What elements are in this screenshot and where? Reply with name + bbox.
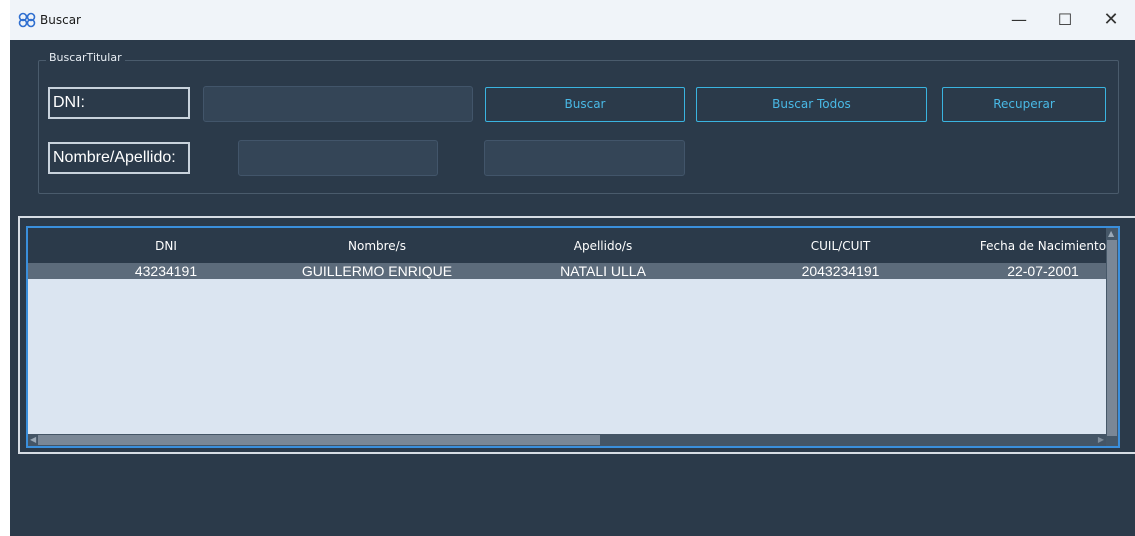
scroll-left-icon[interactable]: ◀ bbox=[30, 434, 36, 446]
grid-header: DNI Nombre/s Apellido/s CUIL/CUIT Fecha … bbox=[28, 228, 1118, 263]
cell-cuil-cuit: 2043234191 bbox=[801, 263, 880, 279]
cell-dni: 43234191 bbox=[134, 263, 198, 279]
column-header-dni[interactable]: DNI bbox=[66, 228, 266, 263]
horizontal-scrollbar[interactable]: ◀ ▶ bbox=[28, 434, 1118, 446]
column-header-nombres[interactable]: Nombre/s bbox=[266, 228, 488, 263]
cell-nombres: GUILLERMO ENRIQUE bbox=[301, 263, 453, 279]
horizontal-scroll-thumb[interactable] bbox=[38, 435, 600, 445]
column-header-fecha-nacimiento[interactable]: Fecha de Nacimiento bbox=[963, 228, 1118, 263]
buscar-todos-button[interactable]: Buscar Todos bbox=[696, 87, 927, 122]
groupbox-title: BuscarTitular bbox=[46, 51, 125, 64]
results-grid[interactable]: DNI Nombre/s Apellido/s CUIL/CUIT Fecha … bbox=[26, 226, 1120, 448]
nombre-apellido-label: Nombre/Apellido: bbox=[48, 142, 190, 174]
link-chain-icon bbox=[18, 12, 36, 28]
column-header-apellidos[interactable]: Apellido/s bbox=[488, 228, 718, 263]
vertical-scrollbar[interactable]: ▲ bbox=[1106, 228, 1118, 446]
scroll-right-icon[interactable]: ▶ bbox=[1098, 434, 1104, 446]
close-button[interactable]: ✕ bbox=[1088, 0, 1134, 40]
table-row[interactable]: 43234191 GUILLERMO ENRIQUE NATALI ULLA 2… bbox=[28, 263, 1118, 279]
cell-fecha-nacimiento: 22-07-2001 bbox=[1007, 263, 1079, 279]
column-header-cuil-cuit[interactable]: CUIL/CUIT bbox=[718, 228, 963, 263]
dni-label: DNI: bbox=[48, 87, 190, 119]
scroll-up-icon[interactable]: ▲ bbox=[1108, 228, 1114, 240]
cell-apellidos: NATALI ULLA bbox=[560, 263, 646, 279]
window-title: Buscar bbox=[40, 13, 81, 27]
title-bar[interactable]: Buscar — ☐ ✕ bbox=[10, 0, 1135, 40]
recuperar-button[interactable]: Recuperar bbox=[942, 87, 1106, 122]
dni-input[interactable] bbox=[203, 86, 473, 122]
buscar-window: Buscar — ☐ ✕ BuscarTitular DNI: Nombre/A… bbox=[10, 0, 1135, 536]
buscar-button[interactable]: Buscar bbox=[485, 87, 685, 122]
minimize-button[interactable]: — bbox=[996, 0, 1042, 40]
maximize-button[interactable]: ☐ bbox=[1042, 0, 1088, 40]
nombre-input[interactable] bbox=[238, 140, 438, 176]
vertical-scroll-thumb[interactable] bbox=[1107, 240, 1117, 436]
apellido-input[interactable] bbox=[484, 140, 685, 176]
